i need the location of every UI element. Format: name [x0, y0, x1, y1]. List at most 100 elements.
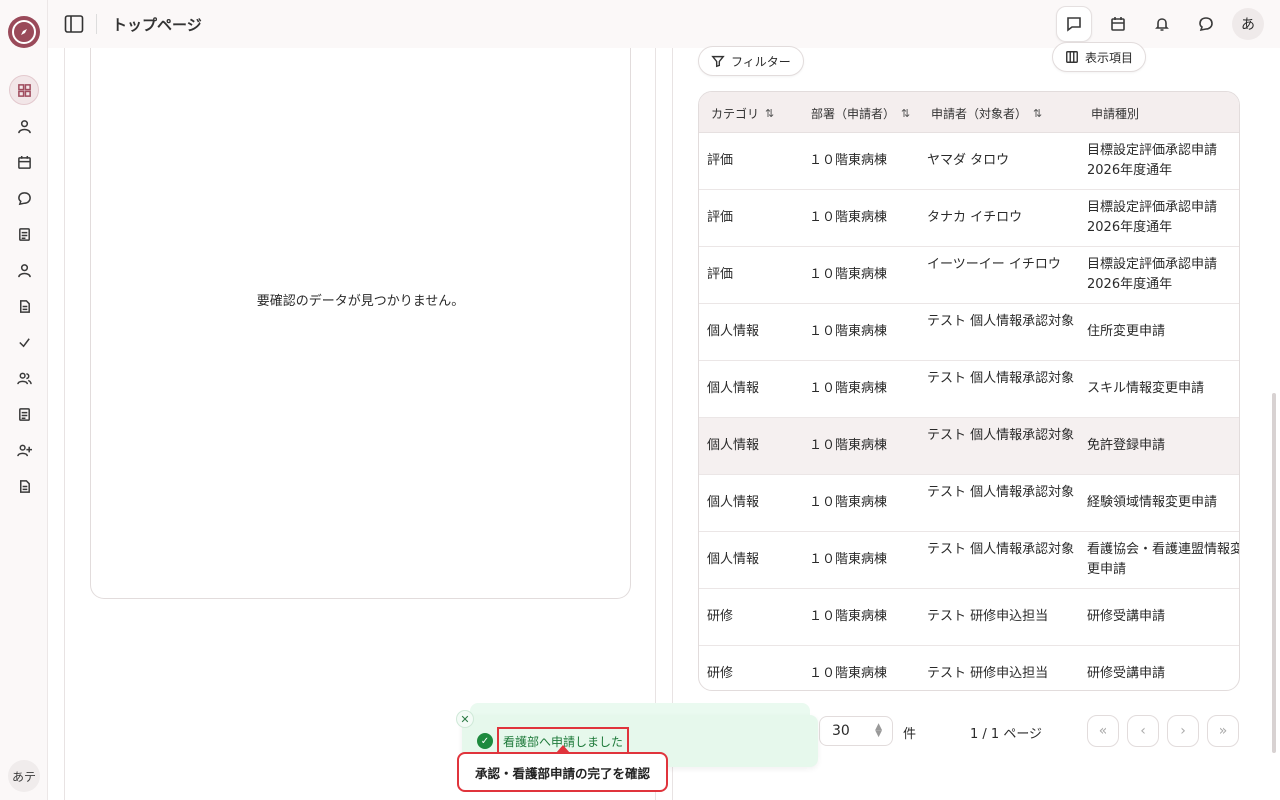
cell-applicant: テスト 個人情報承認対象	[927, 542, 1075, 557]
columns-icon	[1066, 51, 1078, 63]
cell-applicant: テスト 研修申込担当	[927, 609, 1049, 624]
filter-button[interactable]: フィルター	[698, 46, 804, 76]
next-page-button[interactable]: ›	[1167, 715, 1199, 747]
cell-applicant: テスト 個人情報承認対象	[927, 428, 1075, 443]
cell-dept: １０階東病棟	[809, 552, 888, 567]
cell-type: 経験領域情報変更申請	[1087, 495, 1218, 510]
cell-applicant: テスト 研修申込担当	[927, 666, 1049, 681]
user-avatar-sidebar[interactable]: あテ	[8, 760, 40, 792]
sort-icon[interactable]: ⇅	[765, 107, 774, 120]
cell-category: 評価	[707, 153, 734, 168]
calendar-icon[interactable]	[9, 147, 39, 177]
message-icon	[1067, 17, 1081, 32]
dashboard-icon[interactable]	[9, 75, 39, 105]
table-row[interactable]: 個人情報 １０階東病棟 テスト 個人情報承認対象 スキル情報変更申請	[699, 361, 1239, 418]
cell-applicant: ヤマダ タロウ	[927, 153, 1010, 168]
add-user-icon[interactable]	[9, 435, 39, 465]
left-column: 要確認のデータが見つかりません。	[64, 48, 656, 800]
prev-page-button[interactable]: ‹	[1127, 715, 1159, 747]
cell-dept: １０階東病棟	[809, 267, 888, 282]
first-page-button[interactable]: «	[1087, 715, 1119, 747]
cell-dept: １０階東病棟	[809, 666, 888, 681]
cell-dept: １０階東病棟	[809, 210, 888, 225]
chevron-left-icon: ‹	[1140, 723, 1146, 739]
message-button[interactable]	[1056, 6, 1092, 42]
cell-dept: １０階東病棟	[809, 381, 888, 396]
columns-label: 表示項目	[1085, 50, 1134, 65]
callout-annotation: 承認・看護部申請の完了を確認	[457, 752, 668, 792]
cell-category: 個人情報	[707, 381, 760, 396]
cell-type: 研修受講申請	[1087, 666, 1166, 681]
calendar-button[interactable]	[1100, 6, 1136, 42]
header-category[interactable]: カテゴリ ⇅	[711, 105, 774, 122]
file-icon[interactable]	[9, 471, 39, 501]
close-icon[interactable]: ✕	[456, 710, 474, 728]
cell-applicant: テスト 個人情報承認対象	[927, 371, 1075, 386]
scrollbar[interactable]	[1272, 393, 1276, 753]
header: トップページ あ	[48, 0, 1280, 48]
document-icon[interactable]	[9, 291, 39, 321]
page-title: トップページ	[112, 16, 202, 34]
cell-category: 評価	[707, 267, 734, 282]
header-applicant[interactable]: 申請者（対象者） ⇅	[931, 105, 1042, 122]
select-arrows-icon: ▲ ▼	[875, 722, 882, 739]
cell-category: 研修	[707, 666, 734, 681]
header-dept[interactable]: 部署（申請者） ⇅	[811, 105, 910, 122]
chat-button[interactable]	[1188, 6, 1224, 42]
table-row[interactable]: 個人情報 １０階東病棟 テスト 個人情報承認対象 住所変更申請	[699, 304, 1239, 361]
right-column: フィルター 表示項目 カテゴリ ⇅ 部署（申請者） ⇅ 申請者（対象者） ⇅ 申請種別…	[672, 42, 1270, 800]
table-row[interactable]: 研修 １０階東病棟 テスト 研修申込担当 研修受講申請	[699, 589, 1239, 646]
double-chevron-left-icon: «	[1098, 723, 1108, 739]
cell-applicant: テスト 個人情報承認対象	[927, 485, 1075, 500]
table-row[interactable]: 評価 １０階東病棟 ヤマダ タロウ 目標設定評価承認申請 2026年度通年	[699, 133, 1239, 190]
table-row[interactable]: 研修 １０階東病棟 テスト 研修申込担当 研修受講申請	[699, 646, 1239, 690]
bell-icon	[1155, 18, 1169, 31]
sort-icon[interactable]: ⇅	[1033, 107, 1042, 120]
cell-applicant: テスト 個人情報承認対象	[927, 314, 1075, 329]
table-row[interactable]: 評価 １０階東病棟 タナカ イチロウ 目標設定評価承認申請 2026年度通年	[699, 190, 1239, 247]
cell-dept: １０階東病棟	[809, 438, 888, 453]
header-divider	[96, 14, 97, 34]
person-icon[interactable]	[9, 255, 39, 285]
table-body: 評価 １０階東病棟 ヤマダ タロウ 目標設定評価承認申請 2026年度通年 評価 １０階東…	[699, 133, 1239, 690]
last-page-button[interactable]: »	[1207, 715, 1239, 747]
cell-category: 研修	[707, 609, 734, 624]
app-logo[interactable]	[8, 16, 40, 48]
double-chevron-right-icon: »	[1218, 723, 1228, 739]
check-circle-icon: ✓	[477, 733, 493, 749]
sidebar: あテ	[0, 0, 48, 800]
page-info: 1 / 1 ページ	[970, 727, 1043, 742]
cell-type: 目標設定評価承認申請 2026年度通年	[1087, 200, 1218, 235]
cell-type: 看護協会・看護連盟情報変更申請	[1087, 542, 1240, 577]
table-row[interactable]: 評価 １０階東病棟 イーツーイー イチロウ 目標設定評価承認申請 2026年度通年	[699, 247, 1239, 304]
filter-label: フィルター	[731, 54, 791, 69]
cell-dept: １０階東病棟	[809, 324, 888, 339]
cell-type: 免許登録申請	[1087, 438, 1166, 453]
user-icon[interactable]	[9, 111, 39, 141]
list-icon[interactable]	[9, 219, 39, 249]
chat-icon[interactable]	[9, 183, 39, 213]
cell-category: 評価	[707, 210, 734, 225]
table-row[interactable]: 個人情報 １０階東病棟 テスト 個人情報承認対象 経験領域情報変更申請	[699, 475, 1239, 532]
per-page-value: 30	[832, 723, 850, 739]
notes-icon[interactable]	[9, 399, 39, 429]
sidebar-toggle-icon[interactable]	[64, 14, 84, 34]
user-avatar[interactable]: あ	[1232, 8, 1264, 40]
table-row[interactable]: 個人情報 １０階東病棟 テスト 個人情報承認対象 免許登録申請	[699, 418, 1239, 475]
sort-icon[interactable]: ⇅	[901, 107, 910, 120]
columns-button[interactable]: 表示項目	[1052, 42, 1147, 72]
table-row[interactable]: 個人情報 １０階東病棟 テスト 個人情報承認対象 看護協会・看護連盟情報変更申請	[699, 532, 1239, 589]
cell-category: 個人情報	[707, 552, 760, 567]
check-icon[interactable]	[9, 327, 39, 357]
users-icon[interactable]	[9, 363, 39, 393]
per-page-select[interactable]: 30 ▲ ▼	[819, 716, 893, 746]
application-table: カテゴリ ⇅ 部署（申請者） ⇅ 申請者（対象者） ⇅ 申請種別 評価 １０階東病棟 ヤマ…	[698, 91, 1240, 691]
cell-type: 目標設定評価承認申請 2026年度通年	[1087, 257, 1218, 292]
notification-button[interactable]	[1144, 6, 1180, 42]
table-header: カテゴリ ⇅ 部署（申請者） ⇅ 申請者（対象者） ⇅ 申請種別	[699, 92, 1239, 133]
empty-card: 要確認のデータが見つかりません。	[90, 48, 631, 599]
chevron-right-icon: ›	[1180, 723, 1186, 739]
header-type: 申請種別	[1091, 107, 1140, 121]
cell-category: 個人情報	[707, 438, 760, 453]
per-page-unit: 件	[903, 727, 917, 742]
